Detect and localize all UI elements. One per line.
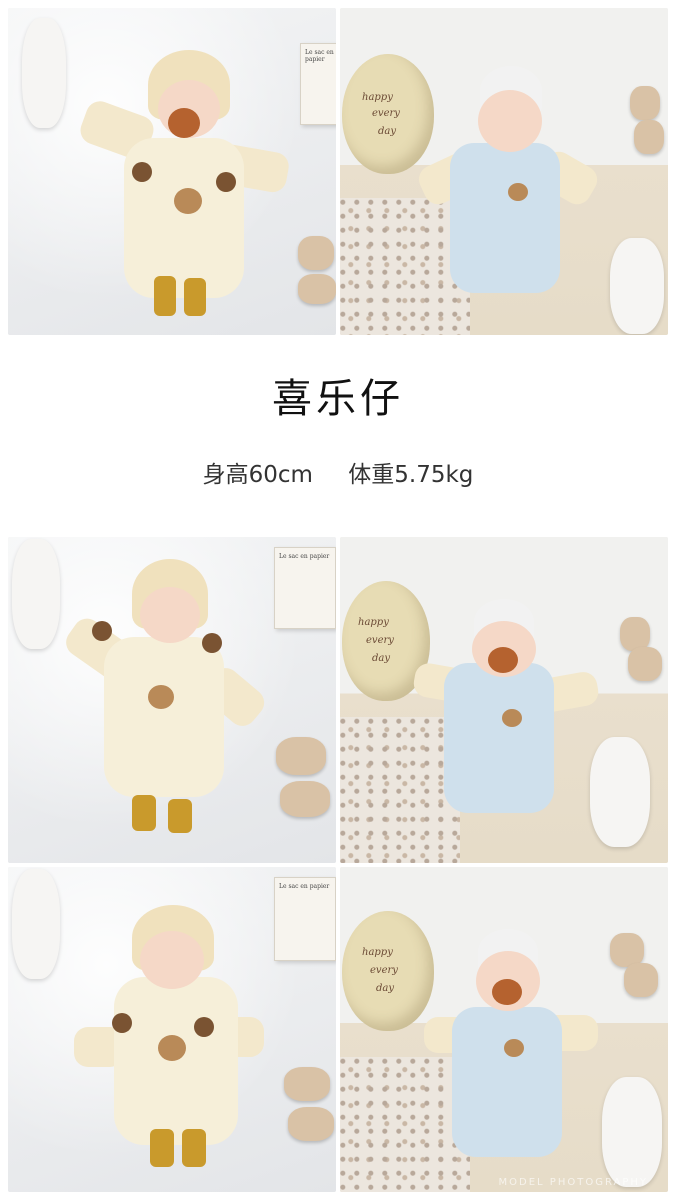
photo-blue-outfit-1: happy every day [340,8,668,335]
baby-romper [104,637,224,797]
baby-shoe [276,737,326,775]
bunny-toy [12,869,60,979]
book-prop: Le sac en papier [300,43,336,125]
balloon-pillow: happy every day [342,911,434,1031]
bear-emblem [502,709,522,727]
baby-sock [150,1129,174,1167]
hat-pompom [92,621,112,641]
bunny-toy [590,737,650,847]
bunny-toy [610,238,664,334]
watermark: MODEL PHOTOGRAPHY [498,1177,648,1188]
baby-sock [132,795,156,831]
photo-blue-outfit-2: happy every day [340,537,668,863]
bear-emblem [174,188,202,214]
bear-emblem [504,1039,524,1057]
hat-pompom [112,1013,132,1033]
bunny-toy [12,539,60,649]
bunny-toy [22,18,66,128]
pacifier [168,108,200,138]
baby-shoe [280,781,330,817]
photo-yellow-outfit-1: Le sac en papier [8,8,336,335]
pacifier [488,647,518,673]
baby-shoe [298,236,334,270]
baby-overalls [452,1007,562,1157]
baby-shoe [610,933,644,967]
hat-pompom [194,1017,214,1037]
photo-yellow-outfit-2: Le sac en papier [8,537,336,863]
baby-shoe [298,274,336,304]
baby-shoe [620,617,650,651]
bunny-toy [602,1077,662,1187]
hat-pompom [132,162,152,182]
floral-blanket [340,717,460,863]
baby-shoe [284,1067,330,1101]
baby-sock [184,278,206,316]
balloon-pillow: happy every day [342,54,434,174]
model-stats: 身高60cm 体重5.75kg [0,455,676,489]
pacifier [492,979,522,1005]
baby-sock [182,1129,206,1167]
baby-face [140,931,204,989]
baby-shoe [624,963,658,997]
bear-emblem [158,1035,186,1061]
weight-stat: 体重5.75kg [348,462,474,488]
baby-sock [154,276,176,316]
baby-shoe [628,647,662,681]
baby-overalls [450,143,560,293]
baby-overalls [444,663,554,813]
baby-face [478,90,542,152]
photo-yellow-outfit-3: Le sac en papier [8,867,336,1192]
baby-face [140,587,200,643]
photo-blue-outfit-3: happy every day MODEL PHOTOGRAPHY [340,867,668,1192]
bear-emblem [508,183,528,201]
baby-shoe [634,120,664,154]
bear-emblem [148,685,174,709]
hat-pompom [216,172,236,192]
hat-pompom [202,633,222,653]
floral-blanket [340,1057,470,1192]
model-name: 喜乐仔 [272,376,404,422]
book-prop: Le sac en papier [274,547,336,629]
baby-romper [114,977,238,1145]
book-prop: Le sac en papier [274,877,336,961]
baby-sock [168,799,192,833]
baby-shoe [288,1107,334,1141]
baby-shoe [630,86,660,120]
height-stat: 身高60cm [202,462,313,488]
